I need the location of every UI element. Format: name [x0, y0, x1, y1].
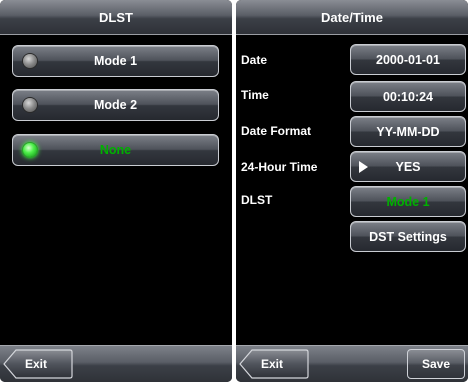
- dlst-title-bar: DLST: [0, 0, 232, 35]
- exit-button[interactable]: Exit: [3, 349, 73, 379]
- mode-2-label: Mode 2: [93, 98, 138, 112]
- datetime-title: Date/Time: [321, 9, 383, 25]
- mode-1-option[interactable]: Mode 1: [12, 45, 219, 77]
- exit-button[interactable]: Exit: [239, 349, 309, 379]
- date-format-value: YY-MM-DD: [376, 124, 440, 139]
- mode-1-label: Mode 1: [93, 54, 138, 68]
- dlst-label: DLST: [241, 193, 273, 207]
- dst-settings-label: DST Settings: [369, 229, 447, 244]
- dlst-title: DLST: [99, 9, 133, 25]
- dlst-value-button[interactable]: Mode 1: [350, 186, 466, 217]
- date-value: 2000-01-01: [376, 52, 440, 67]
- save-label: Save: [421, 357, 451, 371]
- 24-hour-time-value: YES: [395, 159, 421, 174]
- play-triangle-icon: [359, 161, 368, 173]
- time-label: Time: [241, 88, 269, 102]
- dst-settings-button[interactable]: DST Settings: [350, 221, 466, 252]
- datetime-title-bar: Date/Time: [236, 0, 468, 35]
- dlst-screen: DLST Mode 1 Mode 2 None Exit: [0, 0, 232, 382]
- exit-label: Exit: [25, 357, 48, 371]
- exit-label: Exit: [261, 357, 284, 371]
- 24-hour-time-button[interactable]: YES: [350, 151, 466, 182]
- datetime-bottom-bar: Exit Save: [236, 345, 468, 382]
- dlst-value: Mode 1: [386, 194, 430, 209]
- none-label: None: [99, 143, 132, 157]
- date-format-button[interactable]: YY-MM-DD: [350, 116, 466, 147]
- time-value-button[interactable]: 00:10:24: [350, 81, 466, 112]
- 24-hour-time-label: 24-Hour Time: [241, 160, 318, 174]
- date-format-label: Date Format: [241, 124, 312, 138]
- date-value-button[interactable]: 2000-01-01: [350, 44, 466, 75]
- time-value: 00:10:24: [382, 89, 434, 104]
- dlst-bottom-bar: Exit: [0, 345, 232, 382]
- save-button[interactable]: Save: [407, 349, 465, 379]
- datetime-screen: Date/Time Date 2000-01-01 Time 00:10:24 …: [236, 0, 468, 382]
- date-label: Date: [241, 53, 268, 67]
- none-option[interactable]: None: [12, 134, 219, 166]
- mode-2-option[interactable]: Mode 2: [12, 89, 219, 121]
